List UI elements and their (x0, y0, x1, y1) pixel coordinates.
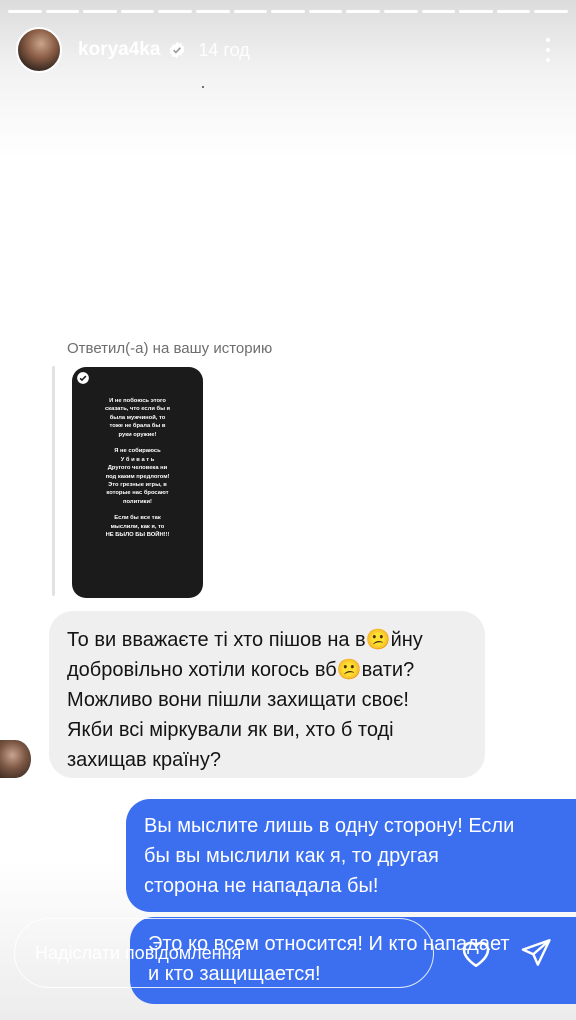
post-time: 14 год (198, 39, 250, 60)
progress-segment (496, 10, 531, 13)
verified-badge-icon (168, 41, 186, 59)
message-input[interactable] (35, 942, 433, 964)
message-composer[interactable] (14, 918, 434, 988)
reply-label: Ответил(-а) на вашу историю (67, 340, 273, 357)
received-message[interactable]: То ви вважаєте ті хто пішов на в😕йну доб… (49, 611, 485, 778)
progress-segment (271, 10, 305, 13)
username[interactable]: korya4ka (78, 39, 160, 61)
progress-segment (383, 10, 418, 13)
check-circle-icon (76, 371, 90, 385)
profile-avatar[interactable] (16, 27, 62, 73)
progress-segment (421, 10, 456, 13)
heart-icon[interactable] (457, 935, 495, 971)
progress-segment (8, 10, 42, 13)
story-progress-bar (8, 10, 568, 13)
progress-segment (120, 10, 155, 13)
progress-segment (45, 10, 80, 13)
more-vertical-icon[interactable] (536, 35, 560, 65)
progress-segment (233, 10, 268, 13)
progress-segment (459, 10, 493, 13)
sent-message[interactable]: Вы мыслите лишь в одну сторону! Если бы … (126, 799, 576, 912)
progress-segment (158, 10, 192, 13)
story-thumbnail-text: И не побоюсь этого сказать, что если бы … (104, 398, 171, 539)
reply-divider (52, 366, 55, 596)
sender-avatar[interactable] (0, 740, 31, 778)
speck (202, 86, 204, 88)
progress-segment (195, 10, 230, 13)
story-thumbnail[interactable]: И не побоюсь этого сказать, что если бы … (72, 367, 203, 598)
send-icon[interactable] (518, 936, 554, 970)
progress-segment (346, 10, 380, 13)
progress-segment (83, 10, 117, 13)
story-header: korya4ka 14 год (16, 26, 560, 74)
received-message-text: То ви вважаєте ті хто пішов на в😕йну доб… (67, 629, 423, 771)
progress-segment (534, 10, 568, 13)
progress-segment (308, 10, 343, 13)
sent-message-text: Вы мыслите лишь в одну сторону! Если бы … (144, 815, 515, 897)
